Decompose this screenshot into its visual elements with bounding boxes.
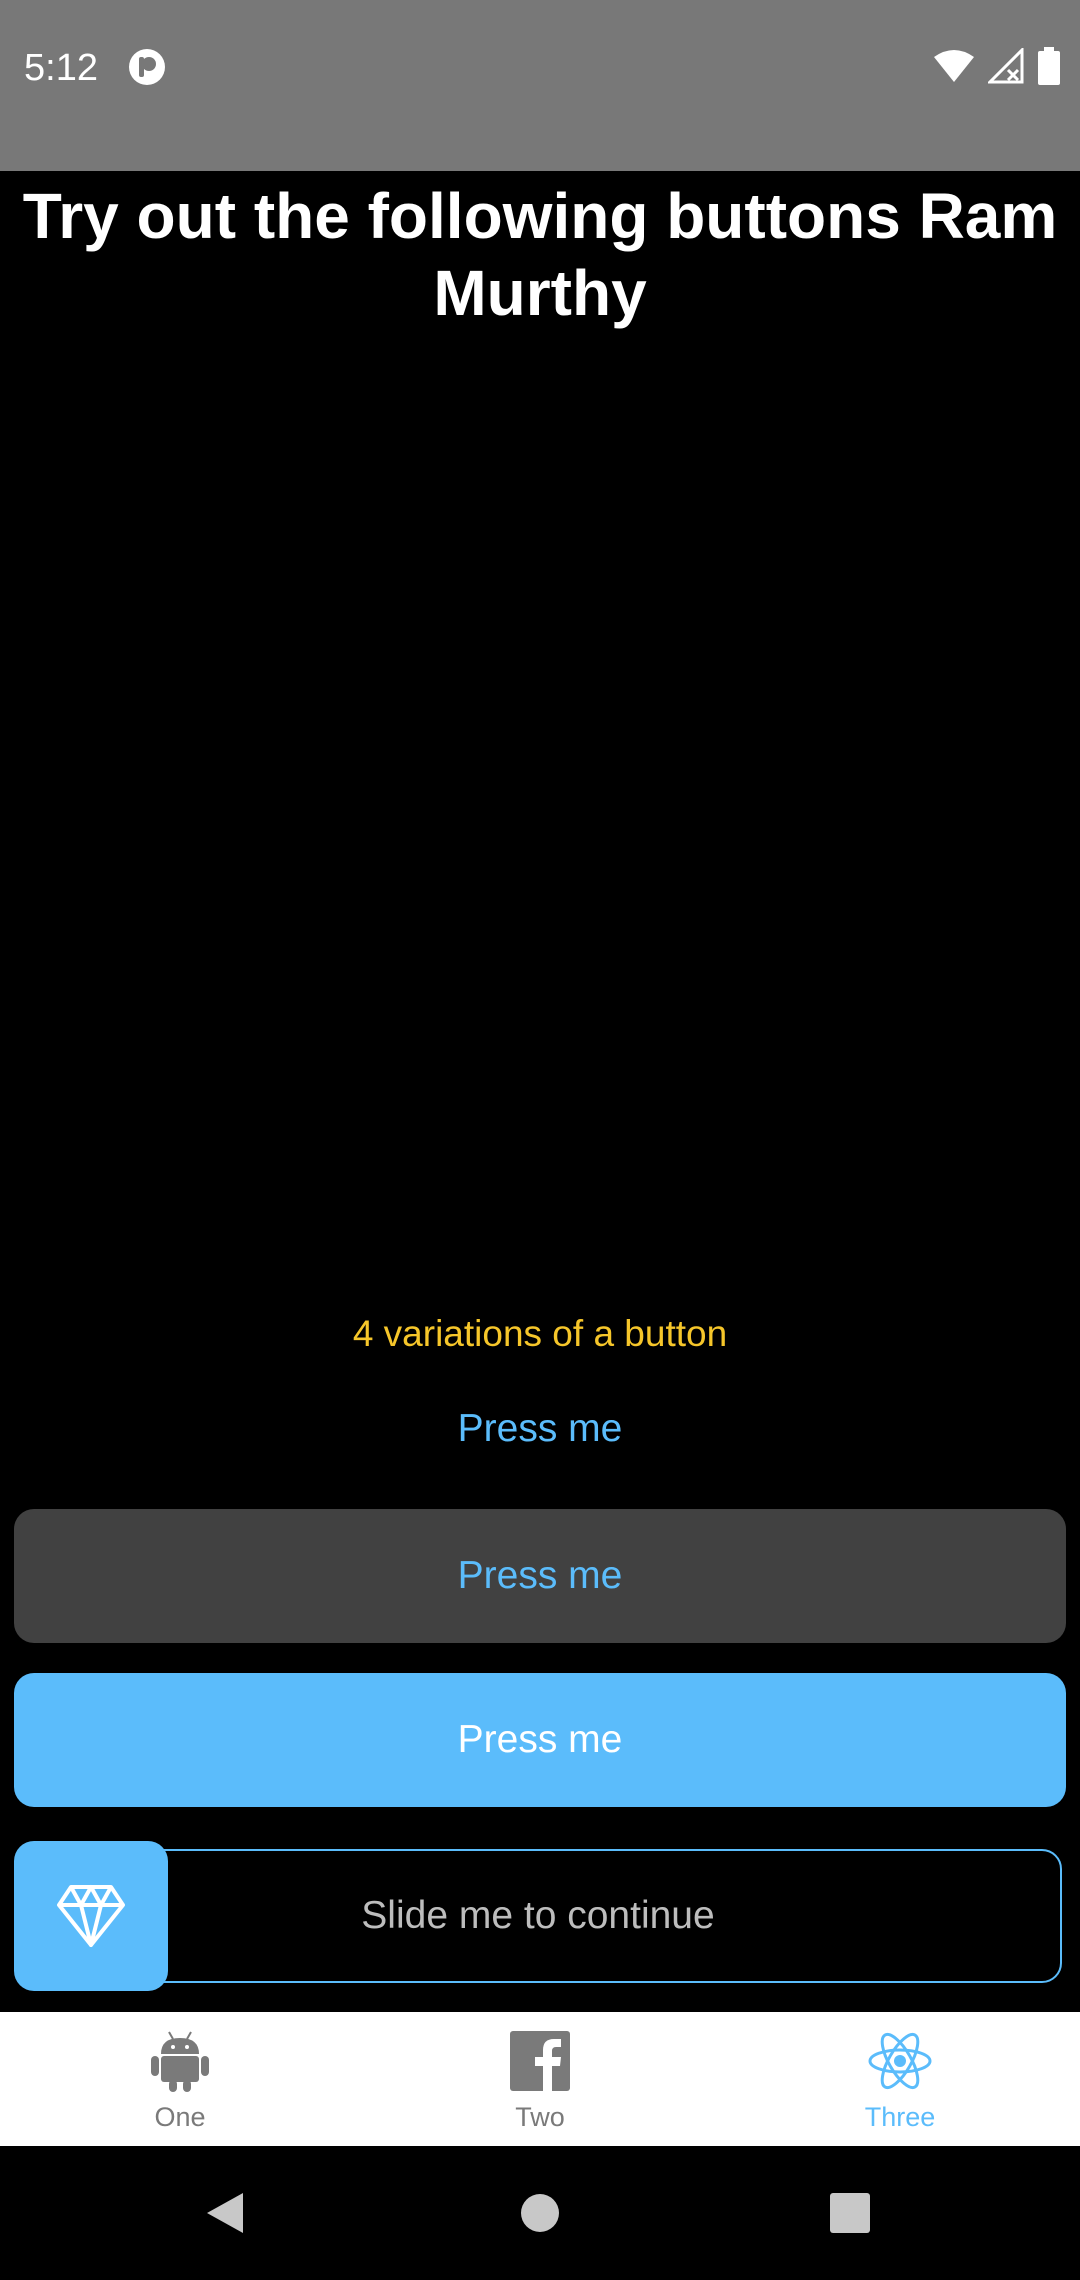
- facebook-icon: [510, 2031, 570, 2091]
- nav-recents-button[interactable]: [790, 2146, 910, 2280]
- diamond-icon: [57, 1885, 125, 1947]
- blue-press-button[interactable]: Press me: [14, 1673, 1066, 1807]
- recents-icon: [830, 2193, 870, 2233]
- tab-one[interactable]: One: [0, 2012, 360, 2146]
- text-press-button[interactable]: Press me: [340, 1399, 740, 1459]
- wifi-icon: [934, 50, 974, 82]
- nav-home-button[interactable]: [480, 2146, 600, 2280]
- tab-label-two: Two: [515, 2102, 565, 2132]
- battery-icon: [1038, 47, 1060, 85]
- tab-two[interactable]: Two: [360, 2012, 720, 2146]
- tab-three[interactable]: Three: [720, 2012, 1080, 2146]
- signal-icon: [988, 48, 1024, 84]
- status-icons: [934, 46, 1060, 86]
- gray-press-button[interactable]: Press me: [14, 1509, 1066, 1643]
- slider-label: Slide me to continue: [361, 1894, 715, 1937]
- slide-to-continue-track[interactable]: Slide me to continue: [14, 1849, 1062, 1983]
- tab-label-one: One: [154, 2102, 206, 2132]
- status-time: 5:12: [24, 47, 98, 89]
- home-icon: [521, 2194, 559, 2232]
- tab-label-three: Three: [864, 2102, 936, 2132]
- back-icon: [207, 2193, 243, 2233]
- app-screen: 5:12 Try out the following buttons Ram M…: [0, 0, 1080, 2280]
- system-nav-bar: [0, 2146, 1080, 2280]
- page-title: Try out the following buttons Ram Murthy: [22, 180, 1058, 329]
- nav-back-button[interactable]: [165, 2146, 285, 2280]
- android-icon: [151, 2031, 209, 2092]
- app-icon: [129, 49, 165, 85]
- slider-thumb[interactable]: [14, 1841, 168, 1991]
- variations-label: 4 variations of a button: [352, 1313, 728, 1354]
- status-bar: 5:12: [0, 0, 1080, 171]
- react-icon: [868, 2032, 932, 2090]
- bottom-tab-bar: One Two Three: [0, 2012, 1080, 2146]
